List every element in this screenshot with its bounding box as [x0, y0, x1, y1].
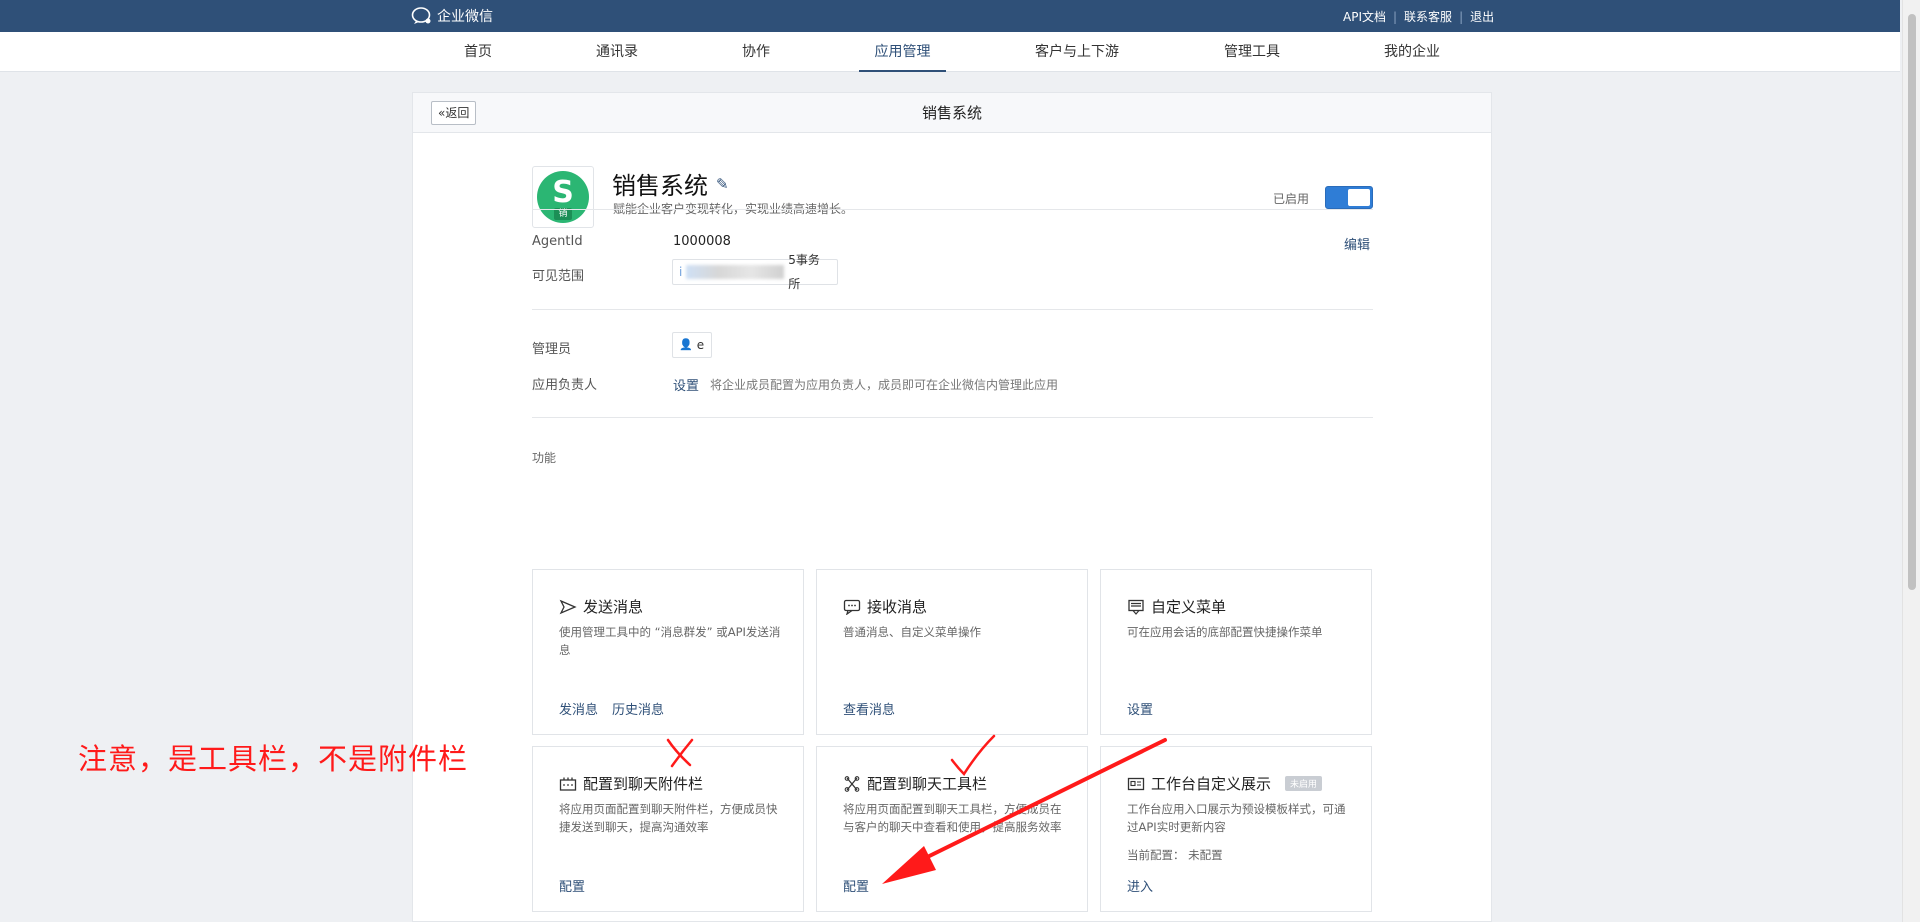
- agentid-label: AgentId: [532, 234, 583, 249]
- feature-receive-message: 接收消息 普通消息、自定义菜单操作 查看消息: [816, 569, 1088, 735]
- agentid-value: 1000008: [673, 234, 731, 249]
- nav-app-management[interactable]: 应用管理: [859, 32, 946, 72]
- features-section-label: 功能: [532, 451, 557, 465]
- configure-attachment-bar-link[interactable]: 配置: [559, 876, 585, 895]
- nav-home[interactable]: 首页: [450, 32, 506, 72]
- admin-name: e: [696, 338, 705, 352]
- feature-chat-toolbar: 配置到聊天工具栏 将应用页面配置到聊天工具栏，方便成员在与客户的聊天中查看和使用…: [816, 746, 1088, 912]
- feature-title: 发送消息: [583, 598, 644, 616]
- brand-name: 企业微信: [437, 9, 493, 25]
- nav-collaboration[interactable]: 协作: [735, 32, 777, 72]
- send-message-link[interactable]: 发消息: [559, 699, 598, 718]
- wecom-logo-icon: [411, 7, 431, 24]
- feature-description: 将应用页面配置到聊天工具栏，方便成员在与客户的聊天中查看和使用，提高服务效率: [843, 802, 1062, 834]
- api-docs-link[interactable]: API文档: [1336, 8, 1393, 25]
- card-header: «返回 销售系统: [413, 93, 1491, 133]
- brand-logo[interactable]: 企业微信: [411, 6, 493, 26]
- owner-hint: 将企业成员配置为应用负责人，成员即可在企业微信内管理此应用: [710, 378, 1059, 392]
- feature-workbench-display: 工作台自定义展示 未启用 工作台应用入口展示为预设模板样式，可通过API实时更新…: [1100, 746, 1372, 912]
- status-badge: 未启用: [1285, 776, 1323, 791]
- feature-description: 可在应用会话的底部配置快捷操作菜单: [1127, 625, 1323, 639]
- nav-customers-partners[interactable]: 客户与上下游: [1030, 32, 1124, 72]
- feature-custom-menu: 自定义菜单 可在应用会话的底部配置快捷操作菜单 设置: [1100, 569, 1372, 735]
- logout-link[interactable]: 退出: [1463, 8, 1501, 25]
- annotation-note: 注意，是工具栏，不是附件栏: [78, 742, 469, 776]
- divider: [532, 417, 1373, 418]
- feature-title: 接收消息: [867, 598, 928, 616]
- attachment-bar-icon: [559, 777, 577, 791]
- edit-link[interactable]: 编辑: [1344, 234, 1370, 253]
- redacted-text: [686, 265, 785, 279]
- divider: [532, 309, 1373, 310]
- nav-contacts[interactable]: 通讯录: [591, 32, 643, 72]
- toolbar-icon: [844, 775, 860, 792]
- configure-toolbar-link[interactable]: 配置: [843, 876, 869, 895]
- toggle-knob: [1348, 189, 1370, 206]
- send-icon: [559, 599, 577, 614]
- menu-icon: [1128, 599, 1144, 615]
- status-label: 已启用: [1273, 192, 1310, 206]
- app-logo: S 销: [532, 166, 594, 228]
- workbench-card-icon: [1127, 777, 1145, 790]
- pencil-icon[interactable]: ✎: [716, 175, 729, 193]
- admin-label: 管理员: [532, 342, 572, 357]
- app-name: 销售系统 ✎: [612, 166, 729, 201]
- enter-workbench-link[interactable]: 进入: [1127, 876, 1153, 895]
- app-detail-card: «返回 销售系统 S 销 销售系统 ✎ 赋能企业客户变现转化，实现业绩高速增长。…: [412, 92, 1492, 922]
- nav-management-tools[interactable]: 管理工具: [1220, 32, 1284, 72]
- owner-settings-link[interactable]: 设置: [673, 375, 699, 394]
- custom-menu-settings-link[interactable]: 设置: [1127, 699, 1153, 718]
- scope-suffix: 5事务所: [788, 253, 820, 291]
- contact-support-link[interactable]: 联系客服: [1397, 8, 1459, 25]
- visible-scope-label: 可见范围: [532, 269, 585, 284]
- feature-description: 使用管理工具中的 “消息群发” 或API发送消息: [559, 625, 781, 657]
- feature-send-message: 发送消息 使用管理工具中的 “消息群发” 或API发送消息 发消息 历史消息: [532, 569, 804, 735]
- message-history-link[interactable]: 历史消息: [612, 699, 664, 718]
- divider: [532, 209, 1373, 210]
- current-config-status: 当前配置： 未配置: [1127, 848, 1223, 862]
- scope-prefix: i: [679, 265, 683, 279]
- feature-title: 工作台自定义展示: [1151, 775, 1272, 793]
- owner-label: 应用负责人: [532, 378, 598, 393]
- top-links: API文档 | 联系客服 | 退出: [1336, 8, 1501, 25]
- app-logo-circle: S 销: [537, 171, 589, 223]
- feature-description: 普通消息、自定义菜单操作: [843, 625, 981, 639]
- scrollbar-thumb[interactable]: [1908, 14, 1916, 590]
- enable-toggle[interactable]: [1325, 186, 1373, 209]
- view-messages-link[interactable]: 查看消息: [843, 699, 895, 718]
- feature-title: 配置到聊天附件栏: [583, 775, 704, 793]
- page-scrollbar[interactable]: [1902, 0, 1920, 922]
- feature-description: 工作台应用入口展示为预设模板样式，可通过API实时更新内容: [1127, 802, 1346, 834]
- user-icon: 👤: [679, 338, 693, 351]
- app-logo-glyph: S: [552, 175, 574, 210]
- admin-chip: 👤 e: [672, 332, 712, 358]
- feature-title: 配置到聊天工具栏: [867, 775, 988, 793]
- nav-my-company[interactable]: 我的企业: [1380, 32, 1444, 72]
- main-nav: 首页 通讯录 协作 应用管理 客户与上下游 管理工具 我的企业: [0, 32, 1900, 72]
- feature-chat-attachment-bar: 配置到聊天附件栏 将应用页面配置到聊天附件栏，方便成员快捷发送到聊天，提高沟通效…: [532, 746, 804, 912]
- visible-scope-chip: i 5事务所: [672, 253, 838, 291]
- top-bar: 企业微信 API文档 | 联系客服 | 退出: [0, 0, 1900, 32]
- chat-bubble-icon: [843, 599, 861, 615]
- page-title: 销售系统: [921, 104, 982, 122]
- feature-description: 将应用页面配置到聊天附件栏，方便成员快捷发送到聊天，提高沟通效率: [559, 802, 778, 834]
- app-name-text: 销售系统: [612, 172, 708, 200]
- feature-title: 自定义菜单: [1151, 598, 1227, 616]
